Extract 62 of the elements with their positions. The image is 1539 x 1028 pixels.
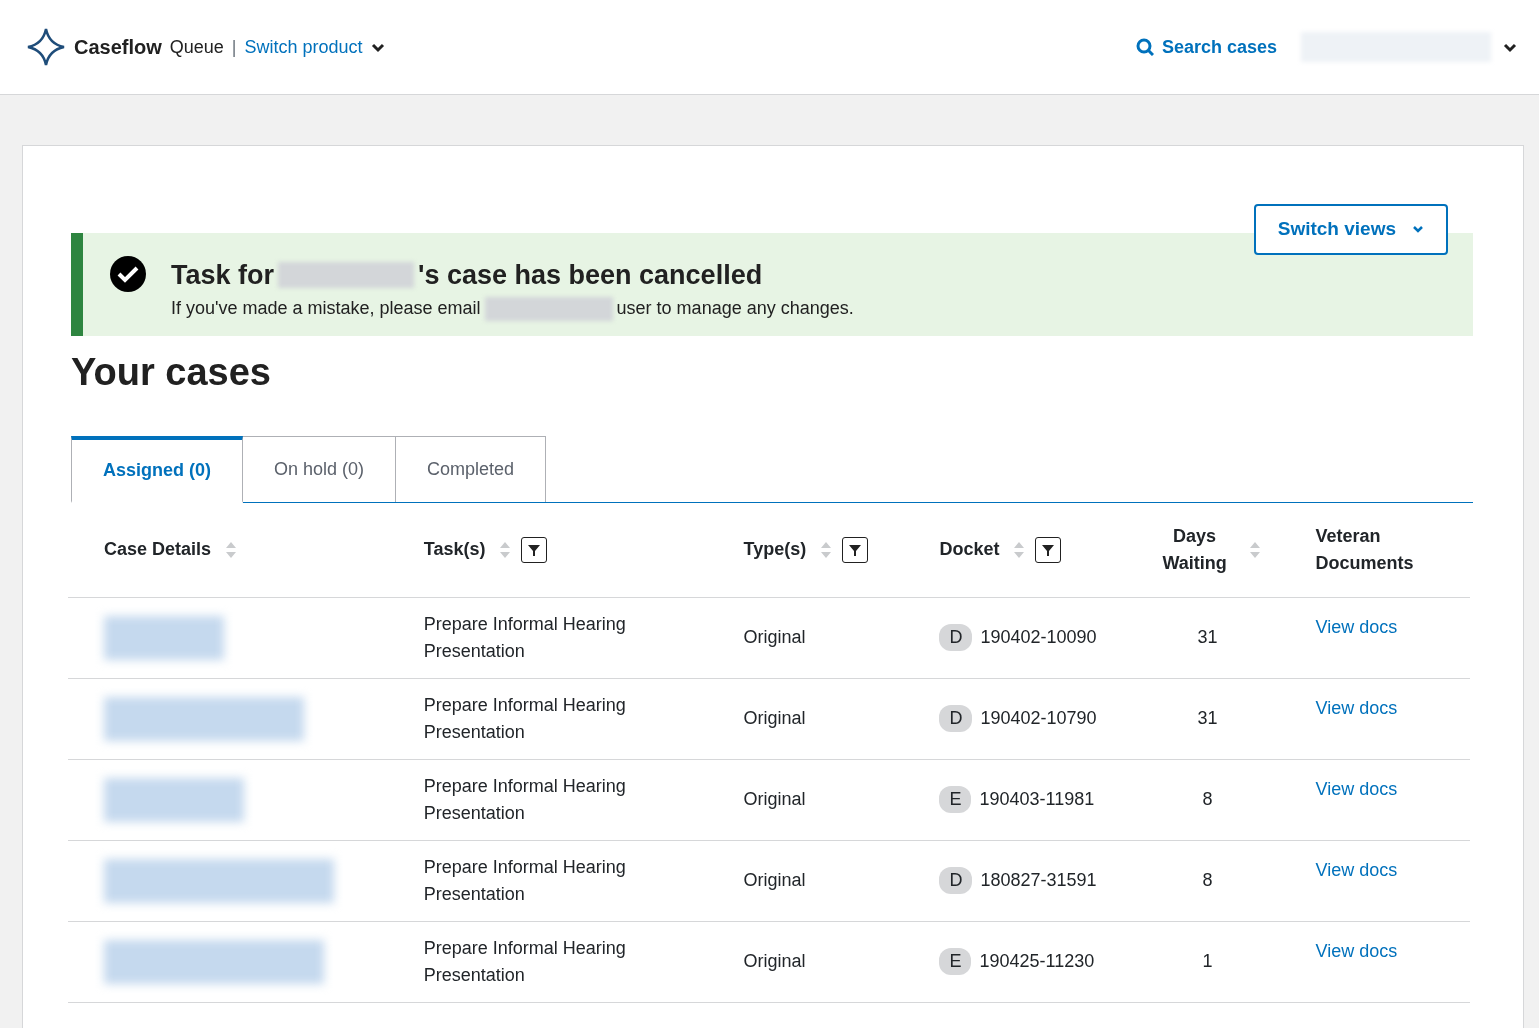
case-type: Original [743, 627, 806, 648]
case-type: Original [743, 708, 806, 729]
task-name: Prepare Informal Hearing Presentation [423, 936, 627, 987]
filter-button[interactable] [842, 536, 869, 563]
case-type: Original [743, 870, 806, 891]
docket-type-tag: E [939, 948, 972, 976]
alert-message: If you've made a mistake, please email [171, 297, 481, 320]
column-header: Veteran Documents [1315, 524, 1415, 575]
days-waiting: 31 [1197, 627, 1218, 648]
days-waiting: 8 [1202, 789, 1213, 810]
docket-type-tag: D [939, 705, 973, 733]
task-name: Prepare Informal Hearing Presentation [423, 774, 627, 825]
view-docs-link[interactable]: View docs [1315, 778, 1398, 799]
view-docs-link[interactable]: View docs [1315, 616, 1398, 637]
switch-product-link[interactable]: Switch product [244, 33, 363, 61]
tab[interactable]: Assigned (0) [71, 435, 244, 503]
view-docs-link[interactable]: View docs [1315, 697, 1398, 718]
column-header: Docket [939, 538, 1000, 562]
alert-message: user to manage any changes. [616, 297, 854, 320]
task-name: Prepare Informal Hearing Presentation [423, 693, 627, 744]
filter-button[interactable] [1035, 536, 1062, 563]
column-header: Case Details [104, 538, 212, 562]
case-type: Original [743, 951, 806, 972]
brand-name: Caseflow [74, 35, 162, 60]
product-name: Queue [169, 35, 224, 59]
column-header: Type(s) [743, 538, 807, 562]
alert-title: 's case has been cancelled [418, 258, 763, 292]
view-docs-link[interactable]: View docs [1315, 940, 1398, 961]
task-name: Prepare Informal Hearing Presentation [423, 855, 627, 906]
docket-number: 180827-31591 [980, 870, 1097, 891]
page-heading: Your cases [71, 350, 272, 395]
search-link[interactable]: Search cases [1135, 33, 1277, 61]
days-waiting: 31 [1197, 708, 1218, 729]
check-circle-icon [109, 254, 147, 293]
chevron-down-icon [1503, 41, 1517, 53]
filter-icon [848, 542, 863, 557]
view-docs-link[interactable]: View docs [1315, 859, 1398, 880]
search-icon [1135, 38, 1154, 56]
task-name: Prepare Informal Hearing Presentation [423, 612, 627, 663]
separator: | [231, 35, 237, 59]
alert-title: Task for [171, 258, 275, 292]
column-header: Days Waiting [1161, 524, 1228, 575]
docket-number: 190403-11981 [979, 789, 1095, 810]
docket-type-tag: D [939, 867, 973, 895]
docket-number: 190425-11230 [979, 951, 1095, 972]
tab[interactable]: On hold (0) [243, 435, 397, 502]
days-waiting: 8 [1202, 870, 1213, 891]
filter-button[interactable] [521, 536, 548, 563]
column-header: Task(s) [423, 538, 486, 562]
switch-views-button[interactable]: Switch views [1253, 204, 1448, 255]
docket-number: 190402-10790 [980, 708, 1097, 729]
docket-number: 190402-10090 [980, 627, 1097, 648]
star-logo-icon [26, 27, 66, 67]
days-waiting: 1 [1202, 951, 1213, 972]
tab[interactable]: Completed [396, 435, 547, 502]
docket-type-tag: D [939, 624, 973, 652]
case-type: Original [743, 789, 806, 810]
filter-icon [1041, 542, 1056, 557]
chevron-down-icon [1412, 224, 1424, 235]
chevron-down-icon [370, 41, 385, 53]
docket-type-tag: E [939, 786, 972, 814]
filter-icon [527, 542, 542, 557]
